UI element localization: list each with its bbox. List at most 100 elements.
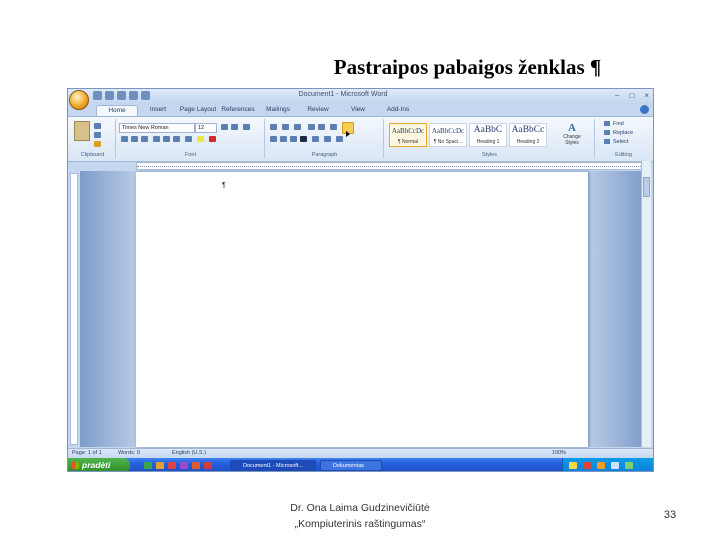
- paste-icon[interactable]: [74, 121, 90, 141]
- decrease-indent-icon[interactable]: [308, 124, 315, 130]
- change-case-icon[interactable]: [185, 136, 192, 142]
- ribbon-tabs: Home Insert Page Layout References Maili…: [96, 105, 418, 116]
- quicklaunch-icon[interactable]: [156, 462, 164, 469]
- change-styles-icon: A: [568, 122, 576, 134]
- group-label-font: Font: [184, 152, 196, 158]
- format-painter-icon[interactable]: [94, 141, 101, 147]
- vertical-ruler[interactable]: [70, 173, 78, 445]
- save-icon[interactable]: [93, 91, 102, 100]
- taskbar-word-button[interactable]: Document1 - Microsoft...: [230, 460, 316, 471]
- quicklaunch-icon[interactable]: [144, 462, 152, 469]
- tab-insert[interactable]: Insert: [138, 105, 178, 116]
- word-screenshot: Document1 - Microsoft Word – □ × Home In…: [67, 88, 654, 472]
- vertical-scrollbar[interactable]: [641, 161, 651, 447]
- clear-format-icon[interactable]: [243, 124, 250, 130]
- scroll-thumb[interactable]: [643, 177, 650, 197]
- change-styles-button[interactable]: A Change Styles: [557, 122, 587, 150]
- superscript-icon[interactable]: [173, 136, 180, 142]
- group-styles: AaBbCcDc ¶ Normal AaBbCcDc ¶ No Spaci...…: [385, 119, 595, 158]
- mouse-cursor-icon: [346, 131, 350, 137]
- horizontal-ruler[interactable]: [136, 162, 646, 170]
- replace-button[interactable]: Replace: [604, 130, 633, 136]
- tray-icon[interactable]: [611, 462, 619, 469]
- tab-page-layout[interactable]: Page Layout: [178, 105, 218, 116]
- window-title: Document1 - Microsoft Word: [298, 91, 388, 98]
- font-name-combo[interactable]: Times New Roman: [119, 123, 195, 133]
- font-color-icon[interactable]: [209, 136, 216, 142]
- cut-icon[interactable]: [94, 123, 101, 129]
- justify-icon[interactable]: [300, 136, 307, 142]
- tray-icon[interactable]: [597, 462, 605, 469]
- grow-font-icon[interactable]: [221, 124, 228, 130]
- maximize-icon[interactable]: □: [629, 91, 634, 100]
- style-no-spacing[interactable]: AaBbCcDc ¶ No Spaci...: [429, 123, 467, 147]
- sort-icon[interactable]: [330, 124, 337, 130]
- tab-add-ins[interactable]: Add-Ins: [378, 105, 418, 116]
- window-controls: – □ ×: [615, 91, 649, 100]
- font-size-combo[interactable]: 12: [195, 123, 217, 133]
- spelling-icon[interactable]: [141, 91, 150, 100]
- document-page[interactable]: ¶: [136, 172, 588, 447]
- course-name: „Kompiuterinis raštingumas“: [294, 518, 426, 530]
- quick-access-toolbar: [93, 91, 150, 100]
- style-sample: AaBbC: [473, 125, 503, 135]
- language-indicator[interactable]: English (U.S.): [172, 450, 206, 456]
- copy-icon[interactable]: [94, 132, 101, 138]
- shrink-font-icon[interactable]: [231, 124, 238, 130]
- help-icon[interactable]: [640, 105, 649, 114]
- zoom-level[interactable]: 100%: [552, 450, 566, 456]
- tray-icon[interactable]: [569, 462, 577, 469]
- style-heading-2[interactable]: AaBbCc Heading 2: [509, 123, 547, 147]
- close-icon[interactable]: ×: [644, 91, 649, 100]
- word-count[interactable]: Words: 0: [118, 450, 140, 456]
- undo-icon[interactable]: [105, 91, 114, 100]
- group-label-clipboard: Clipboard: [80, 152, 105, 158]
- group-label-editing: Editing: [615, 152, 632, 158]
- tab-home[interactable]: Home: [96, 105, 138, 116]
- quicklaunch-icon[interactable]: [204, 462, 212, 469]
- taskbar-document-button[interactable]: Dokumentas: [320, 460, 382, 471]
- minimize-icon[interactable]: –: [615, 91, 619, 100]
- redo-icon[interactable]: [117, 91, 126, 100]
- bullets-icon[interactable]: [270, 124, 277, 130]
- author-name: Dr. Ona Laima Gudzinevičiūtė: [290, 502, 430, 514]
- group-paragraph: Paragraph: [266, 119, 384, 158]
- bold-icon[interactable]: [121, 136, 128, 142]
- italic-icon[interactable]: [131, 136, 138, 142]
- align-left-icon[interactable]: [270, 136, 277, 142]
- style-heading-1[interactable]: AaBbC Heading 1: [469, 123, 507, 147]
- quicklaunch-icon[interactable]: [192, 462, 200, 469]
- slide-page-number: 33: [663, 509, 677, 521]
- style-sample: AaBbCc: [511, 125, 545, 135]
- select-button[interactable]: Select: [604, 139, 628, 145]
- tab-view[interactable]: View: [338, 105, 378, 116]
- increase-indent-icon[interactable]: [318, 124, 325, 130]
- borders-icon[interactable]: [336, 136, 343, 142]
- tray-icon[interactable]: [583, 462, 591, 469]
- tab-references[interactable]: References: [218, 105, 258, 116]
- subscript-icon[interactable]: [163, 136, 170, 142]
- show-formatting-icon[interactable]: [129, 91, 138, 100]
- underline-icon[interactable]: [141, 136, 148, 142]
- multilevel-list-icon[interactable]: [294, 124, 301, 130]
- strikethrough-icon[interactable]: [153, 136, 160, 142]
- group-font: Times New Roman 12 Font: [117, 119, 265, 158]
- line-spacing-icon[interactable]: [312, 136, 319, 142]
- align-right-icon[interactable]: [290, 136, 297, 142]
- find-button[interactable]: Find: [604, 121, 624, 127]
- style-normal[interactable]: AaBbCcDc ¶ Normal: [389, 123, 427, 147]
- page-count[interactable]: Page: 1 of 1: [72, 450, 102, 456]
- office-button[interactable]: [69, 90, 89, 110]
- tray-icon[interactable]: [625, 462, 633, 469]
- start-button[interactable]: pradėti: [68, 458, 130, 471]
- tab-review[interactable]: Review: [298, 105, 338, 116]
- align-center-icon[interactable]: [280, 136, 287, 142]
- highlight-icon[interactable]: [197, 136, 204, 142]
- quicklaunch-icon[interactable]: [168, 462, 176, 469]
- slide-title: Pastraipos pabaigos ženklas ¶: [333, 55, 602, 79]
- quicklaunch-icon[interactable]: [180, 462, 188, 469]
- numbering-icon[interactable]: [282, 124, 289, 130]
- tab-mailings[interactable]: Mailings: [258, 105, 298, 116]
- style-name: ¶ No Spaci...: [433, 139, 463, 145]
- shading-icon[interactable]: [324, 136, 331, 142]
